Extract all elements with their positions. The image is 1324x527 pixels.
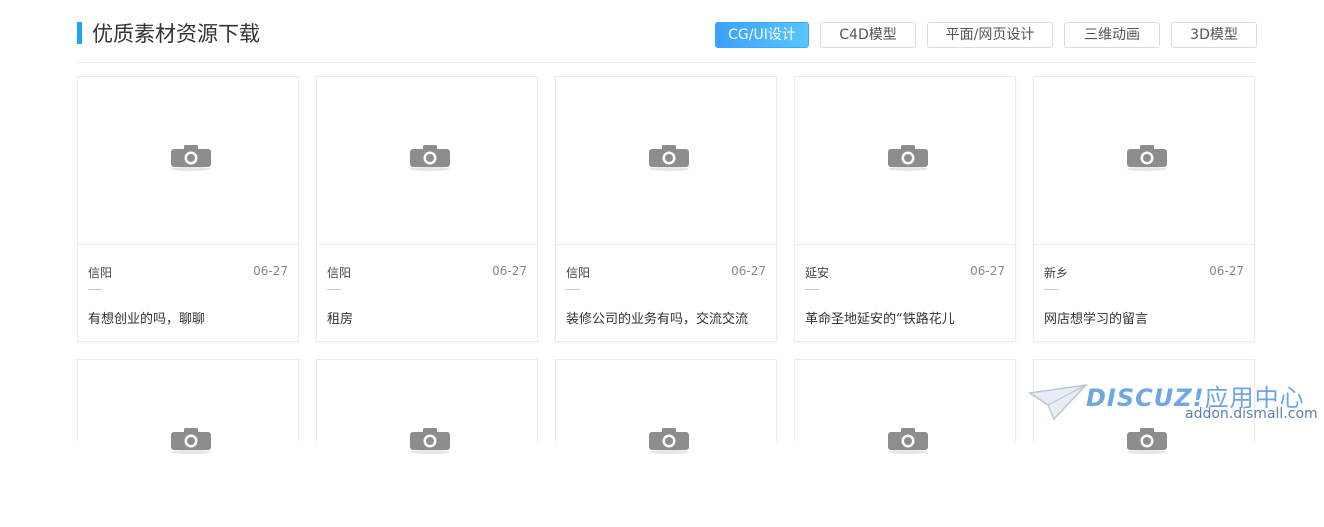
card-date: 06-27 <box>970 264 1005 278</box>
card-thumbnail[interactable] <box>795 360 1015 527</box>
camera-placeholder-icon <box>888 145 928 171</box>
camera-placeholder-icon <box>649 145 689 171</box>
tab-3d-animation[interactable]: 三维动画 <box>1064 22 1160 48</box>
card-title[interactable]: 有想创业的吗，聊聊 <box>88 308 290 327</box>
card-city: 延安 <box>805 266 830 280</box>
camera-placeholder-icon <box>1127 145 1167 171</box>
card-thumbnail[interactable] <box>556 360 776 527</box>
title-accent-bar <box>77 22 82 44</box>
card-meta: 信阳 06-27 <box>88 264 288 280</box>
resource-card[interactable] <box>77 359 299 527</box>
tab-graphic-web-design[interactable]: 平面/网页设计 <box>927 22 1053 48</box>
camera-placeholder-icon <box>171 428 211 454</box>
card-thumbnail[interactable] <box>78 360 298 527</box>
camera-placeholder-icon <box>649 428 689 454</box>
card-divider <box>1044 289 1058 290</box>
card-title[interactable]: 网店想学习的留言 <box>1044 308 1246 327</box>
category-tabs: CG/UI设计 C4D模型 平面/网页设计 三维动画 3D模型 <box>715 22 1257 48</box>
card-divider <box>88 289 102 290</box>
card-thumbnail[interactable] <box>317 77 537 245</box>
resource-card[interactable] <box>555 359 777 527</box>
card-city: 新乡 <box>1044 266 1069 280</box>
card-date: 06-27 <box>1209 264 1244 278</box>
camera-placeholder-icon <box>171 145 211 171</box>
card-title[interactable]: 革命圣地延安的“铁路花儿 <box>805 308 1007 327</box>
resource-card[interactable] <box>794 359 1016 527</box>
section-header: 优质素材资源下载 CG/UI设计 C4D模型 平面/网页设计 三维动画 3D模型 <box>77 18 1257 63</box>
card-divider <box>327 289 341 290</box>
card-thumbnail[interactable] <box>317 360 537 527</box>
section-title: 优质素材资源下载 <box>92 22 260 46</box>
discuz-watermark: DISCUZ!应用中心 addon.dismall.com <box>1028 378 1318 438</box>
resource-card[interactable]: 信阳 06-27 有想创业的吗，聊聊 <box>77 76 299 342</box>
resource-card[interactable]: 新乡 06-27 网店想学习的留言 <box>1033 76 1255 342</box>
card-thumbnail[interactable] <box>795 77 1015 245</box>
resource-card[interactable]: 信阳 06-27 租房 <box>316 76 538 342</box>
card-meta: 信阳 06-27 <box>327 264 527 280</box>
card-divider <box>805 289 819 290</box>
card-city: 信阳 <box>88 266 113 280</box>
tab-cg-ui-design[interactable]: CG/UI设计 <box>715 22 809 48</box>
card-thumbnail[interactable] <box>556 77 776 245</box>
card-meta: 信阳 06-27 <box>566 264 766 280</box>
tab-c4d-model[interactable]: C4D模型 <box>820 22 916 48</box>
card-title[interactable]: 租房 <box>327 308 529 327</box>
card-meta: 新乡 06-27 <box>1044 264 1244 280</box>
card-date: 06-27 <box>253 264 288 278</box>
card-city: 信阳 <box>327 266 352 280</box>
card-city: 信阳 <box>566 266 591 280</box>
card-thumbnail[interactable] <box>78 77 298 245</box>
card-date: 06-27 <box>492 264 527 278</box>
resource-card[interactable]: 延安 06-27 革命圣地延安的“铁路花儿 <box>794 76 1016 342</box>
card-date: 06-27 <box>731 264 766 278</box>
card-thumbnail[interactable] <box>1034 77 1254 245</box>
resource-card[interactable]: 信阳 06-27 装修公司的业务有吗，交流交流 <box>555 76 777 342</box>
camera-placeholder-icon <box>410 145 450 171</box>
card-meta: 延安 06-27 <box>805 264 1005 280</box>
watermark-url: addon.dismall.com <box>1185 406 1318 422</box>
card-title[interactable]: 装修公司的业务有吗，交流交流 <box>566 308 768 327</box>
paper-plane-icon <box>1028 383 1088 421</box>
camera-placeholder-icon <box>410 428 450 454</box>
tab-3d-model[interactable]: 3D模型 <box>1171 22 1257 48</box>
resource-card[interactable] <box>316 359 538 527</box>
camera-placeholder-icon <box>888 428 928 454</box>
card-divider <box>566 289 580 290</box>
